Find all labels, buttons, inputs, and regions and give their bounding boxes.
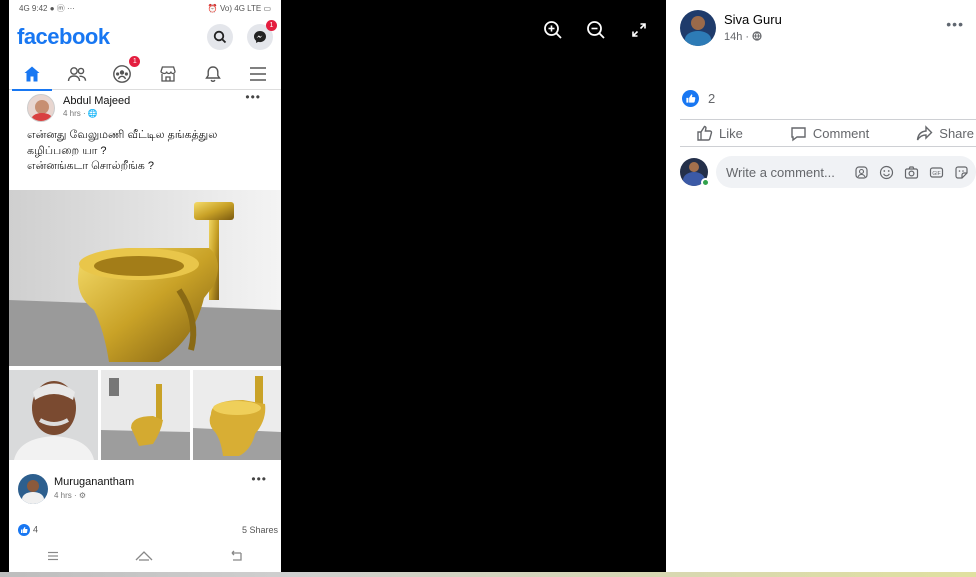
photo-viewer: 4G 9:42 ● ⓜ ··· ⏰ Vo) 4G LTE ▭ facebook … [0, 0, 666, 577]
globe-icon [752, 31, 762, 41]
second-post-header: Muruganantham 4 hrs · ⚙ ••• [9, 470, 281, 510]
like-label: Like [719, 125, 743, 141]
like-summary[interactable]: 2 [682, 90, 715, 107]
post-text: என்னது வேலுமணி வீட்டில தங்கத்துல கழிப்பற… [9, 124, 281, 180]
recent-apps-icon [48, 551, 58, 561]
marketplace-icon [154, 60, 182, 88]
post-meta: 4 hrs · ⚙ [54, 491, 87, 500]
taskbar-strip [0, 572, 976, 577]
photo-thumbnails [9, 370, 281, 460]
status-left: 4G 9:42 ● ⓜ ··· [19, 3, 75, 13]
comment-tools: GIF [852, 163, 970, 181]
status-right: ⏰ Vo) 4G LTE ▭ [207, 3, 271, 13]
post-author: Abdul Majeed [63, 95, 131, 107]
share-count: 5 Shares [241, 525, 278, 535]
gold-toilet-photo [9, 190, 281, 366]
write-comment-row: Write a comment... GIF [680, 156, 976, 190]
reaction-count: 4 [33, 524, 39, 535]
android-nav-bar [9, 545, 281, 567]
menu-icon [244, 60, 272, 88]
avatar[interactable] [680, 10, 716, 46]
home-icon [11, 60, 52, 91]
facebook-nav-bar: 1 [9, 55, 281, 91]
camera-icon[interactable] [902, 163, 920, 181]
friends-icon [63, 60, 91, 88]
viewer-toolbar [541, 18, 651, 42]
facebook-logo: facebook [17, 24, 110, 49]
person-photo [9, 370, 98, 460]
svg-text:GIF: GIF [932, 171, 940, 177]
post-reactions: 4 5 Shares [18, 524, 278, 536]
comment-button[interactable]: Comment [790, 125, 869, 142]
back-icon [231, 550, 242, 561]
online-status-dot [701, 178, 710, 187]
comment-placeholder[interactable]: Write a comment... [726, 165, 852, 180]
fullscreen-icon[interactable] [627, 18, 651, 42]
more-options-button[interactable]: ••• [946, 16, 964, 32]
emoji-icon[interactable] [877, 163, 895, 181]
phone-status-bar: 4G 9:42 ● ⓜ ··· ⏰ Vo) 4G LTE ▭ [9, 0, 281, 16]
like-button[interactable]: Like [696, 125, 743, 142]
groups-icon: 1 [108, 55, 141, 88]
comment-panel: Siva Guru 14h · ••• 2 Like Comment Share [666, 0, 976, 572]
post-text-line: என்னது வேலுமணி வீட்டில தங்கத்துல [27, 129, 218, 141]
messenger-badge: 1 [266, 20, 277, 31]
like-reaction-icon [18, 524, 30, 536]
comment-input[interactable]: Write a comment... GIF [716, 156, 976, 188]
post-timestamp[interactable]: 14h · [724, 31, 762, 43]
post-text-line: என்னங்கடா சொல்றீங்க ? [27, 160, 154, 172]
groups-badge: 1 [129, 55, 141, 67]
more-options-icon: ••• [251, 472, 267, 486]
toilet-photo-2 [101, 370, 190, 460]
avatar [18, 474, 48, 504]
gif-icon[interactable]: GIF [927, 163, 945, 181]
author-name[interactable]: Siva Guru [724, 12, 782, 27]
avatar-sticker-icon[interactable] [852, 163, 870, 181]
post-author: Muruganantham [54, 476, 135, 488]
like-reaction-icon [682, 90, 699, 107]
share-button[interactable]: Share [916, 124, 974, 142]
like-count: 2 [708, 91, 716, 106]
sticker-icon[interactable] [952, 163, 970, 181]
share-label: Share [939, 125, 974, 141]
share-icon [917, 124, 933, 140]
avatar [27, 94, 55, 122]
post-meta: 4 hrs · 🌐 [63, 109, 98, 118]
more-options-icon: ••• [245, 90, 261, 104]
facebook-top-bar: facebook 1 [9, 16, 281, 58]
notifications-icon [199, 60, 227, 88]
post-header: Abdul Majeed 4 hrs · 🌐 ••• [9, 90, 281, 124]
zoom-out-icon[interactable] [584, 18, 608, 42]
thumbs-up-icon [697, 125, 713, 141]
post-actions: Like Comment Share [680, 119, 976, 147]
home-button-icon [135, 551, 153, 561]
post-author-row: Siva Guru 14h · ••• [680, 10, 970, 50]
comment-label: Comment [812, 125, 870, 141]
post-text-line: கழிப்பறை யா ? [27, 144, 107, 157]
search-icon [206, 24, 233, 50]
toilet-photo-3 [193, 370, 281, 460]
post-time[interactable]: 14h · [724, 31, 752, 43]
phone-screenshot: 4G 9:42 ● ⓜ ··· ⏰ Vo) 4G LTE ▭ facebook … [9, 0, 281, 572]
messenger-icon: 1 [247, 20, 277, 50]
comment-icon [791, 126, 806, 141]
zoom-in-icon[interactable] [541, 18, 565, 42]
